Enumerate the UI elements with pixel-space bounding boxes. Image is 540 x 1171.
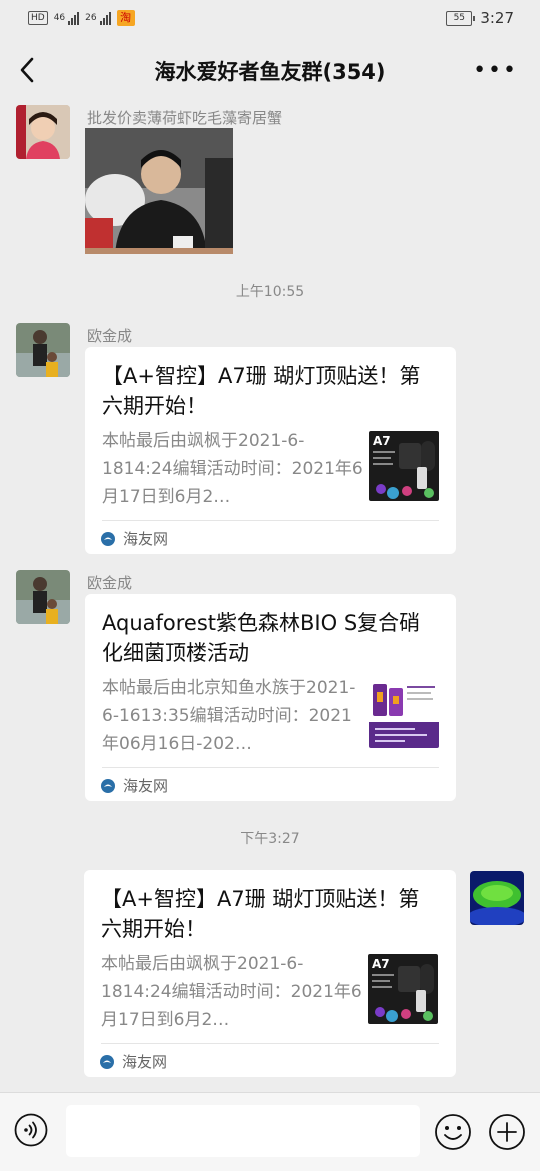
emoji-button[interactable] (434, 1113, 472, 1151)
voice-icon (14, 1113, 48, 1147)
link-card-source: 海友网 (101, 775, 168, 796)
battery-icon: 55 (446, 10, 476, 26)
link-card-thumbnail (369, 678, 439, 748)
chat-header: 海水爱好者鱼友群(354) ••• (0, 38, 540, 102)
image-message-photo (85, 128, 233, 254)
signal-icon-2 (99, 11, 111, 25)
link-card-source-name: 海友网 (122, 1053, 168, 1071)
product-thumbnail-a7: A7 (368, 954, 438, 1024)
sender-name: 批发价卖薄荷虾吃毛藻寄居蟹 (87, 109, 283, 127)
avatar[interactable] (16, 323, 70, 377)
image-message[interactable] (85, 128, 233, 254)
link-card-source-name: 海友网 (123, 530, 169, 548)
avatar-child-photo (16, 105, 70, 159)
link-card-thumbnail: A7 (368, 954, 438, 1024)
more-options-button[interactable]: ••• (473, 58, 518, 83)
more-functions-button[interactable] (488, 1113, 526, 1151)
own-avatar[interactable] (470, 871, 524, 925)
voice-input-button[interactable] (14, 1113, 48, 1147)
timestamp: 上午10:55 (235, 284, 305, 300)
own-link-card[interactable]: 【A+智控】A7珊 瑚灯顶贴送！第六期开始！ 本帖最后由飒枫于2021-6-18… (84, 870, 456, 1077)
network-2g-label: 26 (85, 13, 97, 23)
link-card[interactable]: Aquaforest紫色森林BIO S复合硝化细菌顶楼活动 本帖最后由北京知鱼水… (85, 594, 456, 801)
status-icons-left: HD 46 26 淘 (28, 10, 135, 26)
message-input[interactable] (66, 1105, 420, 1157)
link-card-title: 【A+智控】A7珊 瑚灯顶贴送！第六期开始！ (101, 887, 420, 941)
sender-name: 欧金成 (87, 327, 133, 345)
input-bar (0, 1092, 540, 1171)
product-thumbnail-a7: A7 (369, 431, 439, 501)
avatar-photo (16, 323, 70, 377)
link-card-title: Aquaforest紫色森林BIO S复合硝化细菌顶楼活动 (102, 611, 421, 665)
status-time: 3:27 (480, 9, 514, 27)
avatar-photo (16, 570, 70, 624)
link-card-divider (101, 1043, 439, 1044)
link-card-source-name: 海友网 (123, 777, 169, 795)
signal-icon (68, 11, 80, 25)
status-icons-right: 55 3:27 (446, 9, 514, 27)
link-card-description: 本帖最后由北京知鱼水族于2021-6-1613:35编辑活动时间：2021年06… (102, 678, 356, 754)
link-card-source: 海友网 (100, 1051, 167, 1072)
product-thumbnail-aquaforest (369, 678, 439, 748)
haiyou-logo-icon (101, 531, 115, 546)
thumbnail-label: A7 (372, 957, 390, 971)
hd-badge: HD (28, 11, 48, 25)
link-card-description: 本帖最后由飒枫于2021-6-1814:24编辑活动时间：2021年6月17日到… (101, 954, 362, 1030)
chat-title: 海水爱好者鱼友群(354) (154, 60, 386, 84)
timestamp: 下午3:27 (240, 831, 300, 847)
link-card-description: 本帖最后由飒枫于2021-6-1814:24编辑活动时间：2021年6月17日到… (102, 431, 363, 507)
smiley-icon (435, 1114, 471, 1150)
haiyou-logo-icon (100, 1054, 114, 1069)
haiyou-logo-icon (101, 778, 115, 793)
status-bar: HD 46 26 淘 55 3:27 (0, 0, 540, 38)
thumbnail-label: A7 (373, 434, 391, 448)
link-card-thumbnail: A7 (369, 431, 439, 501)
link-card[interactable]: 【A+智控】A7珊 瑚灯顶贴送！第六期开始！ 本帖最后由飒枫于2021-6-18… (85, 347, 456, 554)
avatar[interactable] (16, 570, 70, 624)
avatar[interactable] (16, 105, 70, 159)
sender-name: 欧金成 (87, 574, 133, 592)
plus-circle-icon (489, 1114, 525, 1150)
taobao-notification-icon: 淘 (116, 10, 135, 26)
link-card-title: 【A+智控】A7珊 瑚灯顶贴送！第六期开始！ (102, 364, 421, 418)
own-avatar-coral-photo (470, 871, 524, 925)
network-4g-label: 46 (53, 13, 66, 23)
link-card-divider (102, 520, 439, 521)
link-card-divider (102, 767, 439, 768)
link-card-source: 海友网 (101, 528, 168, 549)
